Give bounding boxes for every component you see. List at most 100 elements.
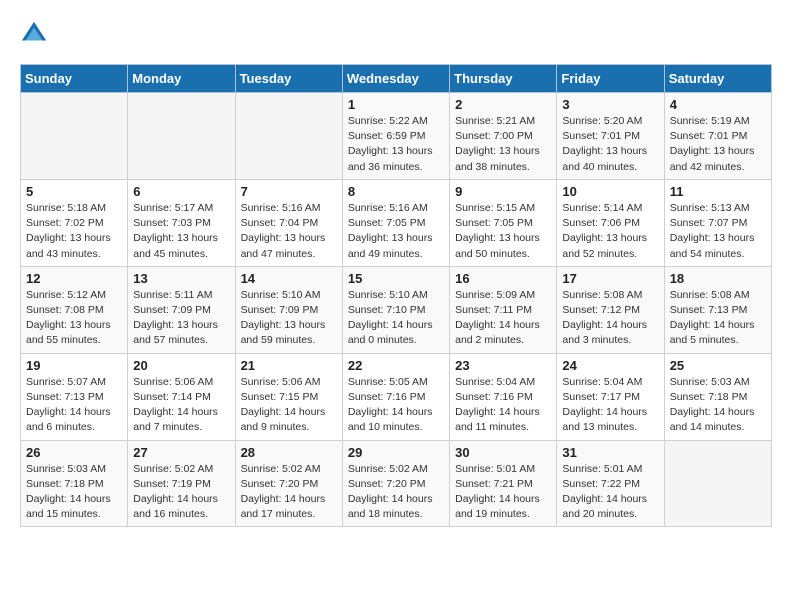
calendar-cell: 19 Sunrise: 5:07 AMSunset: 7:13 PMDayligh… bbox=[21, 353, 128, 440]
day-of-week-header: Monday bbox=[128, 65, 235, 93]
calendar-cell: 18 Sunrise: 5:08 AMSunset: 7:13 PMDayligh… bbox=[664, 266, 771, 353]
day-detail: Sunrise: 5:08 AMSunset: 7:13 PMDaylight:… bbox=[670, 288, 766, 349]
day-number: 7 bbox=[241, 184, 337, 199]
day-detail: Sunrise: 5:03 AMSunset: 7:18 PMDaylight:… bbox=[26, 462, 122, 523]
day-detail: Sunrise: 5:05 AMSunset: 7:16 PMDaylight:… bbox=[348, 375, 444, 436]
day-detail: Sunrise: 5:13 AMSunset: 7:07 PMDaylight:… bbox=[670, 201, 766, 262]
day-detail: Sunrise: 5:03 AMSunset: 7:18 PMDaylight:… bbox=[670, 375, 766, 436]
calendar-cell: 26 Sunrise: 5:03 AMSunset: 7:18 PMDayligh… bbox=[21, 440, 128, 527]
day-number: 6 bbox=[133, 184, 229, 199]
day-detail: Sunrise: 5:15 AMSunset: 7:05 PMDaylight:… bbox=[455, 201, 551, 262]
calendar-week-row: 5 Sunrise: 5:18 AMSunset: 7:02 PMDaylight… bbox=[21, 179, 772, 266]
day-number: 30 bbox=[455, 445, 551, 460]
day-detail: Sunrise: 5:11 AMSunset: 7:09 PMDaylight:… bbox=[133, 288, 229, 349]
calendar-cell bbox=[128, 93, 235, 180]
day-number: 2 bbox=[455, 97, 551, 112]
calendar-cell: 22 Sunrise: 5:05 AMSunset: 7:16 PMDayligh… bbox=[342, 353, 449, 440]
calendar-cell: 14 Sunrise: 5:10 AMSunset: 7:09 PMDayligh… bbox=[235, 266, 342, 353]
calendar-cell: 15Sunrise: 5:10 AMSunset: 7:10 PMDayligh… bbox=[342, 266, 449, 353]
day-number: 20 bbox=[133, 358, 229, 373]
calendar-week-row: 19 Sunrise: 5:07 AMSunset: 7:13 PMDayligh… bbox=[21, 353, 772, 440]
calendar-cell: 31 Sunrise: 5:01 AMSunset: 7:22 PMDayligh… bbox=[557, 440, 664, 527]
day-detail: Sunrise: 5:21 AMSunset: 7:00 PMDaylight:… bbox=[455, 114, 551, 175]
day-number: 4 bbox=[670, 97, 766, 112]
calendar-cell: 25Sunrise: 5:03 AMSunset: 7:18 PMDayligh… bbox=[664, 353, 771, 440]
day-detail: Sunrise: 5:14 AMSunset: 7:06 PMDaylight:… bbox=[562, 201, 658, 262]
calendar-week-row: 12 Sunrise: 5:12 AMSunset: 7:08 PMDayligh… bbox=[21, 266, 772, 353]
calendar-cell: 4 Sunrise: 5:19 AMSunset: 7:01 PMDaylight… bbox=[664, 93, 771, 180]
day-number: 18 bbox=[670, 271, 766, 286]
day-of-week-header: Friday bbox=[557, 65, 664, 93]
calendar-cell: 9 Sunrise: 5:15 AMSunset: 7:05 PMDaylight… bbox=[450, 179, 557, 266]
logo-icon bbox=[20, 20, 48, 48]
day-number: 9 bbox=[455, 184, 551, 199]
day-number: 24 bbox=[562, 358, 658, 373]
day-detail: Sunrise: 5:04 AMSunset: 7:16 PMDaylight:… bbox=[455, 375, 551, 436]
day-number: 31 bbox=[562, 445, 658, 460]
day-detail: Sunrise: 5:04 AMSunset: 7:17 PMDaylight:… bbox=[562, 375, 658, 436]
day-detail: Sunrise: 5:18 AMSunset: 7:02 PMDaylight:… bbox=[26, 201, 122, 262]
day-number: 28 bbox=[241, 445, 337, 460]
calendar-cell: 1 Sunrise: 5:22 AMSunset: 6:59 PMDaylight… bbox=[342, 93, 449, 180]
day-number: 14 bbox=[241, 271, 337, 286]
day-detail: Sunrise: 5:01 AMSunset: 7:22 PMDaylight:… bbox=[562, 462, 658, 523]
day-detail: Sunrise: 5:12 AMSunset: 7:08 PMDaylight:… bbox=[26, 288, 122, 349]
calendar-cell: 23Sunrise: 5:04 AMSunset: 7:16 PMDayligh… bbox=[450, 353, 557, 440]
logo bbox=[20, 20, 52, 48]
calendar-cell: 10 Sunrise: 5:14 AMSunset: 7:06 PMDayligh… bbox=[557, 179, 664, 266]
day-number: 29 bbox=[348, 445, 444, 460]
calendar-cell bbox=[21, 93, 128, 180]
calendar-cell: 8Sunrise: 5:16 AMSunset: 7:05 PMDaylight… bbox=[342, 179, 449, 266]
calendar-week-row: 1 Sunrise: 5:22 AMSunset: 6:59 PMDaylight… bbox=[21, 93, 772, 180]
day-number: 22 bbox=[348, 358, 444, 373]
calendar-week-row: 26 Sunrise: 5:03 AMSunset: 7:18 PMDayligh… bbox=[21, 440, 772, 527]
day-detail: Sunrise: 5:02 AMSunset: 7:20 PMDaylight:… bbox=[348, 462, 444, 523]
day-number: 16 bbox=[455, 271, 551, 286]
day-of-week-header: Saturday bbox=[664, 65, 771, 93]
day-detail: Sunrise: 5:22 AMSunset: 6:59 PMDaylight:… bbox=[348, 114, 444, 175]
calendar-cell: 5 Sunrise: 5:18 AMSunset: 7:02 PMDaylight… bbox=[21, 179, 128, 266]
calendar-cell: 3 Sunrise: 5:20 AMSunset: 7:01 PMDaylight… bbox=[557, 93, 664, 180]
calendar-cell: 29 Sunrise: 5:02 AMSunset: 7:20 PMDayligh… bbox=[342, 440, 449, 527]
calendar-cell: 12 Sunrise: 5:12 AMSunset: 7:08 PMDayligh… bbox=[21, 266, 128, 353]
day-number: 19 bbox=[26, 358, 122, 373]
calendar-cell: 21Sunrise: 5:06 AMSunset: 7:15 PMDayligh… bbox=[235, 353, 342, 440]
day-detail: Sunrise: 5:02 AMSunset: 7:19 PMDaylight:… bbox=[133, 462, 229, 523]
day-number: 10 bbox=[562, 184, 658, 199]
day-detail: Sunrise: 5:08 AMSunset: 7:12 PMDaylight:… bbox=[562, 288, 658, 349]
day-detail: Sunrise: 5:20 AMSunset: 7:01 PMDaylight:… bbox=[562, 114, 658, 175]
calendar-table: SundayMondayTuesdayWednesdayThursdayFrid… bbox=[20, 64, 772, 527]
day-detail: Sunrise: 5:06 AMSunset: 7:14 PMDaylight:… bbox=[133, 375, 229, 436]
day-detail: Sunrise: 5:01 AMSunset: 7:21 PMDaylight:… bbox=[455, 462, 551, 523]
day-detail: Sunrise: 5:17 AMSunset: 7:03 PMDaylight:… bbox=[133, 201, 229, 262]
calendar-cell: 30 Sunrise: 5:01 AMSunset: 7:21 PMDayligh… bbox=[450, 440, 557, 527]
day-of-week-header: Tuesday bbox=[235, 65, 342, 93]
day-number: 3 bbox=[562, 97, 658, 112]
day-number: 27 bbox=[133, 445, 229, 460]
calendar-cell: 17Sunrise: 5:08 AMSunset: 7:12 PMDayligh… bbox=[557, 266, 664, 353]
day-number: 5 bbox=[26, 184, 122, 199]
day-number: 12 bbox=[26, 271, 122, 286]
day-number: 11 bbox=[670, 184, 766, 199]
page-header bbox=[20, 20, 772, 48]
calendar-cell: 11 Sunrise: 5:13 AMSunset: 7:07 PMDayligh… bbox=[664, 179, 771, 266]
calendar-cell: 24 Sunrise: 5:04 AMSunset: 7:17 PMDayligh… bbox=[557, 353, 664, 440]
day-number: 21 bbox=[241, 358, 337, 373]
calendar-cell: 7Sunrise: 5:16 AMSunset: 7:04 PMDaylight… bbox=[235, 179, 342, 266]
day-number: 26 bbox=[26, 445, 122, 460]
calendar-cell: 20 Sunrise: 5:06 AMSunset: 7:14 PMDayligh… bbox=[128, 353, 235, 440]
day-detail: Sunrise: 5:09 AMSunset: 7:11 PMDaylight:… bbox=[455, 288, 551, 349]
calendar-cell bbox=[664, 440, 771, 527]
day-number: 1 bbox=[348, 97, 444, 112]
calendar-cell bbox=[235, 93, 342, 180]
day-detail: Sunrise: 5:16 AMSunset: 7:05 PMDaylight:… bbox=[348, 201, 444, 262]
day-detail: Sunrise: 5:07 AMSunset: 7:13 PMDaylight:… bbox=[26, 375, 122, 436]
calendar-cell: 28 Sunrise: 5:02 AMSunset: 7:20 PMDayligh… bbox=[235, 440, 342, 527]
day-of-week-header: Wednesday bbox=[342, 65, 449, 93]
day-of-week-header: Sunday bbox=[21, 65, 128, 93]
day-detail: Sunrise: 5:10 AMSunset: 7:09 PMDaylight:… bbox=[241, 288, 337, 349]
calendar-cell: 6 Sunrise: 5:17 AMSunset: 7:03 PMDaylight… bbox=[128, 179, 235, 266]
day-detail: Sunrise: 5:02 AMSunset: 7:20 PMDaylight:… bbox=[241, 462, 337, 523]
day-number: 15 bbox=[348, 271, 444, 286]
day-detail: Sunrise: 5:19 AMSunset: 7:01 PMDaylight:… bbox=[670, 114, 766, 175]
